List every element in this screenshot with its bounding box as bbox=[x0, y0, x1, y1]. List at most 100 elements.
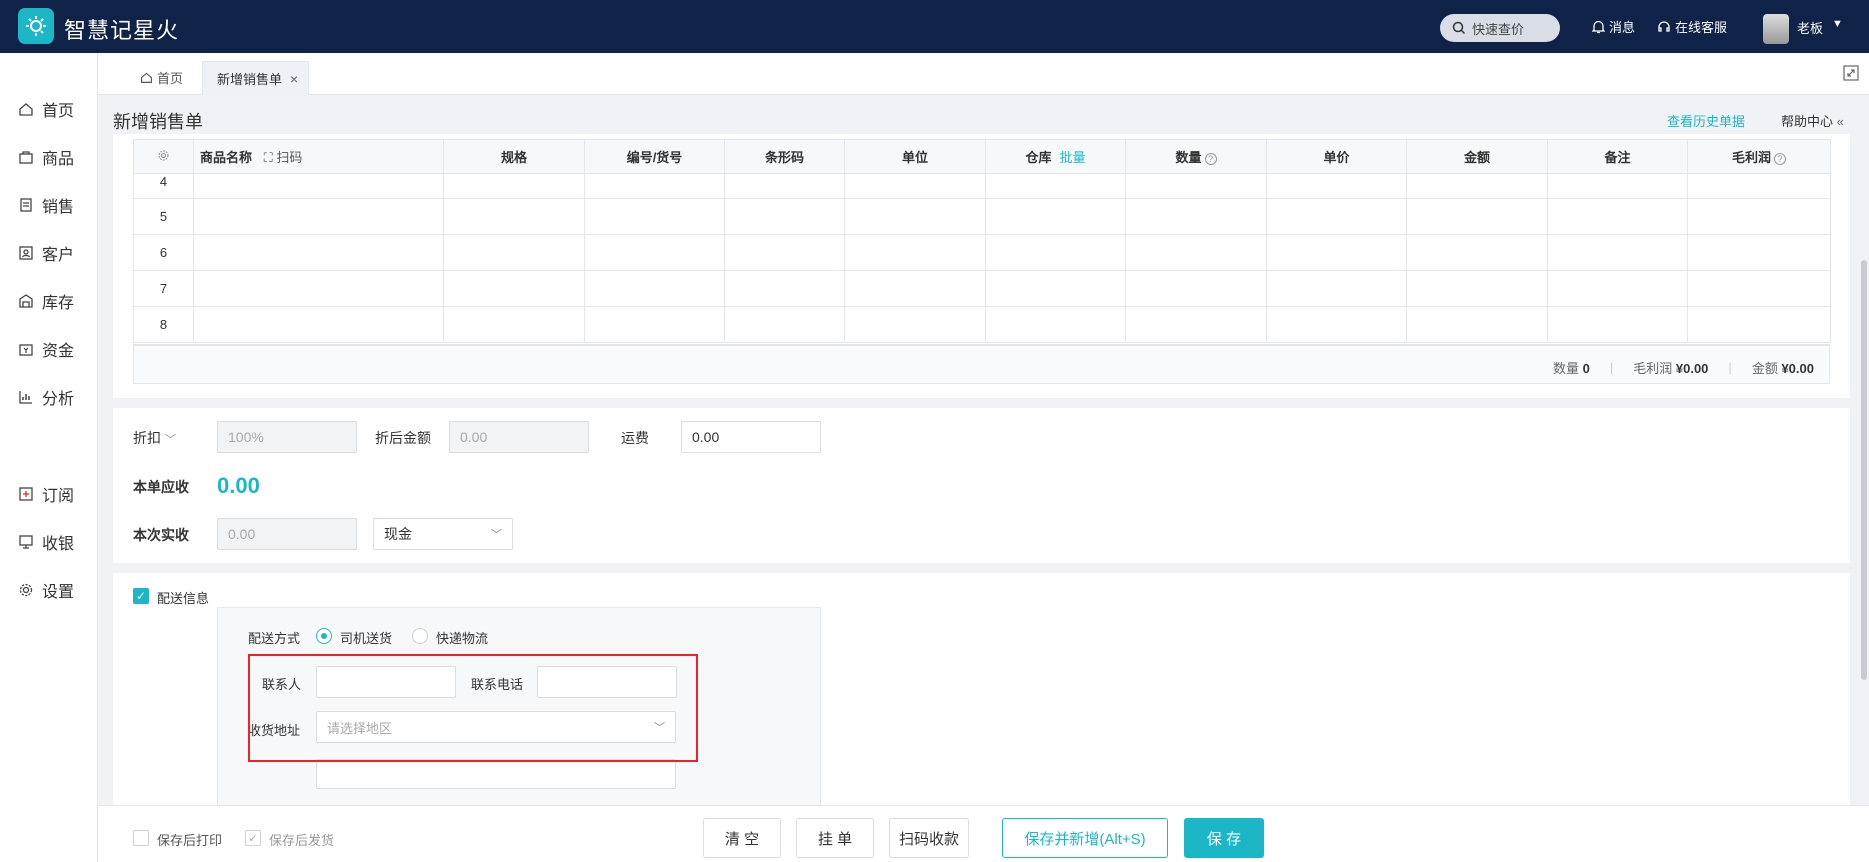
sidebar-item-cashier[interactable]: 收银 bbox=[18, 530, 74, 554]
table-cell[interactable] bbox=[724, 234, 845, 271]
history-orders-link[interactable]: 查看历史单据 bbox=[1667, 111, 1745, 130]
messages-link[interactable]: 消息 bbox=[1592, 17, 1635, 36]
table-cell[interactable] bbox=[1125, 270, 1267, 307]
after-discount-input[interactable]: 0.00 bbox=[449, 421, 589, 453]
table-cell[interactable] bbox=[443, 270, 585, 307]
table-cell[interactable] bbox=[193, 234, 444, 271]
chevron-down-icon[interactable]: ▼ bbox=[1832, 18, 1843, 30]
table-cell[interactable] bbox=[443, 306, 585, 343]
table-cell[interactable] bbox=[1266, 270, 1407, 307]
discount-input[interactable]: 100% bbox=[217, 421, 357, 453]
table-cell[interactable] bbox=[1547, 306, 1688, 343]
table-cell[interactable] bbox=[985, 306, 1126, 343]
table-cell[interactable] bbox=[844, 234, 986, 271]
help-center-link[interactable]: 帮助中心 « bbox=[1781, 111, 1844, 130]
table-cell[interactable] bbox=[193, 270, 444, 307]
save-and-new-button[interactable]: 保存并新增(Alt+S) bbox=[1002, 818, 1168, 858]
received-input[interactable]: 0.00 bbox=[217, 518, 357, 550]
help-icon[interactable]: ? bbox=[1204, 152, 1217, 165]
table-cell[interactable] bbox=[1687, 270, 1831, 307]
freight-input[interactable]: 0.00 bbox=[681, 421, 821, 453]
table-cell[interactable] bbox=[844, 173, 986, 199]
delivery-checkbox[interactable]: ✓ bbox=[133, 588, 149, 604]
batch-link[interactable]: 批量 bbox=[1060, 150, 1086, 165]
sidebar-item-customers[interactable]: 客户 bbox=[18, 241, 74, 265]
table-cell[interactable] bbox=[1266, 198, 1407, 235]
sidebar-item-settings[interactable]: 设置 bbox=[18, 578, 74, 602]
table-cell[interactable] bbox=[1125, 173, 1267, 199]
column-settings[interactable] bbox=[133, 139, 194, 174]
table-cell[interactable] bbox=[193, 306, 444, 343]
hold-order-button[interactable]: 挂 单 bbox=[796, 818, 874, 858]
online-service-link[interactable]: 在线客服 bbox=[1657, 17, 1727, 36]
table-cell[interactable] bbox=[724, 198, 845, 235]
table-cell[interactable] bbox=[985, 234, 1126, 271]
table-cell[interactable] bbox=[1406, 270, 1548, 307]
table-cell[interactable] bbox=[1266, 173, 1407, 199]
table-cell[interactable] bbox=[584, 198, 725, 235]
table-cell[interactable] bbox=[193, 173, 444, 199]
tab-home[interactable]: 首页 bbox=[140, 68, 183, 87]
sidebar-item-home[interactable]: 首页 bbox=[18, 97, 74, 121]
sidebar-item-funds[interactable]: 资金 bbox=[18, 337, 74, 361]
table-cell[interactable] bbox=[985, 173, 1126, 199]
ship-after-save-label[interactable]: 保存后发货 bbox=[269, 830, 334, 849]
print-after-save-label[interactable]: 保存后打印 bbox=[157, 830, 222, 849]
table-cell[interactable] bbox=[443, 173, 585, 199]
close-icon[interactable]: × bbox=[290, 71, 298, 87]
print-after-save-checkbox[interactable] bbox=[133, 830, 149, 846]
sidebar-item-sales[interactable]: 销售 bbox=[18, 193, 74, 217]
table-cell[interactable] bbox=[584, 234, 725, 271]
clear-button[interactable]: 清 空 bbox=[703, 818, 781, 858]
table-cell[interactable] bbox=[193, 198, 444, 235]
address-detail-input[interactable] bbox=[316, 759, 676, 789]
table-cell[interactable] bbox=[1547, 234, 1688, 271]
gear-icon[interactable] bbox=[157, 149, 170, 162]
table-cell[interactable] bbox=[1125, 198, 1267, 235]
table-cell[interactable] bbox=[584, 173, 725, 199]
table-cell[interactable] bbox=[1406, 173, 1548, 199]
table-cell[interactable] bbox=[1687, 306, 1831, 343]
quick-price-search[interactable]: 快速查价 bbox=[1440, 14, 1560, 42]
table-cell[interactable] bbox=[1547, 173, 1688, 199]
table-cell[interactable] bbox=[443, 198, 585, 235]
table-cell[interactable] bbox=[1125, 234, 1267, 271]
table-cell[interactable] bbox=[584, 306, 725, 343]
table-cell[interactable] bbox=[1266, 234, 1407, 271]
sidebar-item-analysis[interactable]: 分析 bbox=[18, 385, 74, 409]
table-cell[interactable] bbox=[1687, 198, 1831, 235]
table-cell[interactable] bbox=[844, 306, 986, 343]
ship-after-save-checkbox[interactable]: ✓ bbox=[245, 830, 261, 846]
table-cell[interactable] bbox=[724, 270, 845, 307]
table-cell[interactable] bbox=[1547, 270, 1688, 307]
table-cell[interactable] bbox=[1687, 234, 1831, 271]
table-cell[interactable] bbox=[985, 198, 1126, 235]
help-icon[interactable]: ? bbox=[1774, 152, 1786, 165]
table-cell[interactable] bbox=[724, 173, 845, 199]
scrollbar[interactable] bbox=[1861, 260, 1867, 680]
scan-pay-button[interactable]: 扫码收款 bbox=[889, 818, 969, 858]
sidebar-item-inventory[interactable]: 库存 bbox=[18, 289, 74, 313]
save-button[interactable]: 保 存 bbox=[1184, 818, 1264, 858]
table-cell[interactable] bbox=[844, 198, 986, 235]
driver-delivery-label[interactable]: 司机送货 bbox=[340, 628, 392, 647]
table-cell[interactable] bbox=[1406, 234, 1548, 271]
table-cell[interactable] bbox=[1266, 306, 1407, 343]
table-cell[interactable] bbox=[985, 270, 1126, 307]
table-cell[interactable] bbox=[443, 234, 585, 271]
table-cell[interactable] bbox=[1125, 306, 1267, 343]
table-cell[interactable] bbox=[584, 270, 725, 307]
double-chevron-left-icon[interactable]: « bbox=[1837, 114, 1844, 129]
sidebar-item-products[interactable]: 商品 bbox=[18, 145, 74, 169]
radio-driver-delivery[interactable] bbox=[316, 628, 332, 644]
sidebar-item-subscribe[interactable]: 订阅 bbox=[18, 482, 74, 506]
table-cell[interactable] bbox=[1687, 173, 1831, 199]
radio-express-logistics[interactable] bbox=[412, 628, 428, 644]
table-cell[interactable] bbox=[724, 306, 845, 343]
table-cell[interactable] bbox=[1406, 306, 1548, 343]
user-name[interactable]: 老板 bbox=[1797, 18, 1823, 37]
table-cell[interactable] bbox=[1406, 198, 1548, 235]
scan-button[interactable]: ⛶ 扫码 bbox=[264, 150, 303, 165]
express-logistics-label[interactable]: 快递物流 bbox=[436, 628, 488, 647]
avatar[interactable] bbox=[1763, 14, 1789, 44]
